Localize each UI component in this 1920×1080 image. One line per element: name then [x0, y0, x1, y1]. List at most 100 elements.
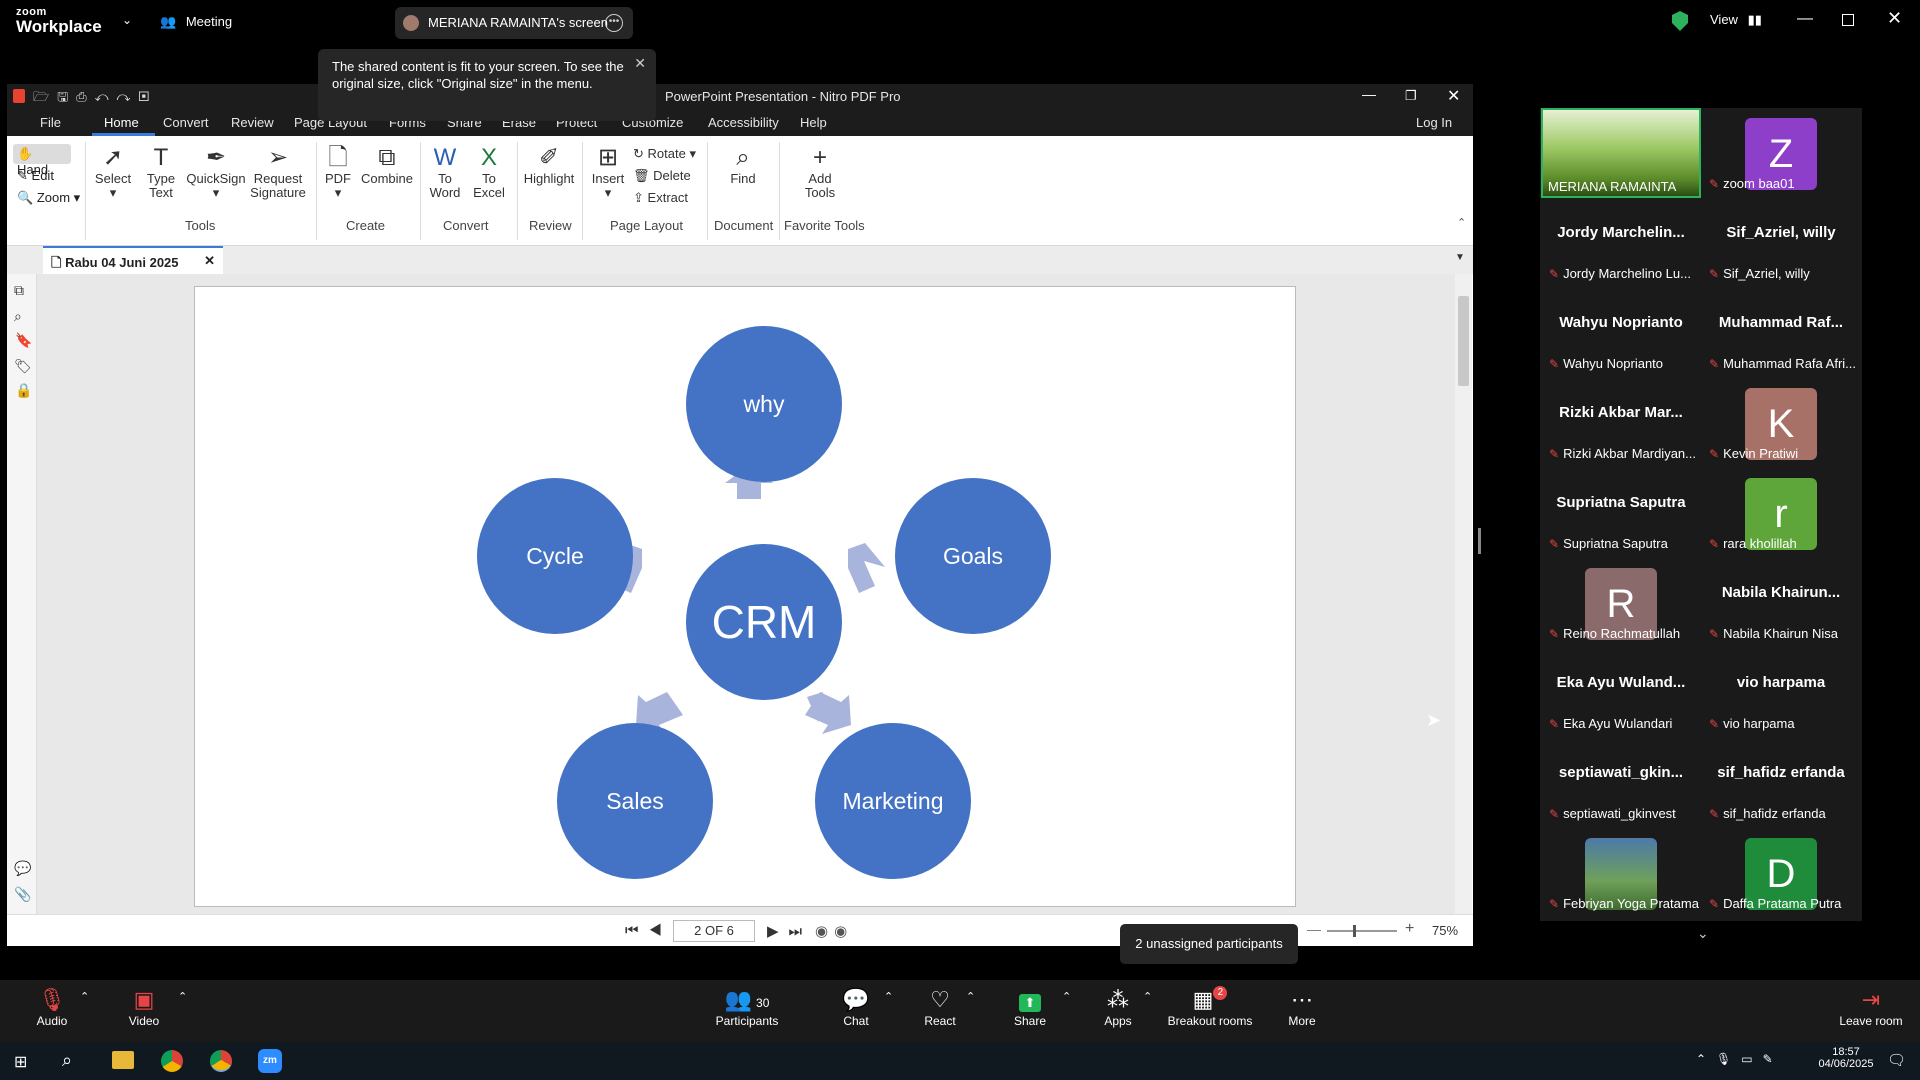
zoom-slider-handle[interactable] — [1353, 925, 1356, 937]
chat-options-chevron-icon[interactable]: ⌃ — [884, 990, 893, 1003]
chrome-active-icon[interactable] — [210, 1050, 232, 1072]
close-tooltip-icon[interactable]: ✕ — [634, 55, 646, 72]
taskbar-clock[interactable]: 18:57 04/06/2025 — [1818, 1046, 1874, 1070]
lock-icon[interactable]: 🔒 — [15, 382, 32, 399]
delete-button[interactable]: 🗑 Delete — [633, 168, 691, 184]
zoom-out-icon[interactable]: — — [1307, 921, 1321, 937]
rotate-button[interactable]: ↻ Rotate ▾ — [633, 146, 696, 162]
file-explorer-icon[interactable] — [112, 1051, 134, 1069]
menu-accessibility[interactable]: Accessibility — [708, 115, 779, 130]
close-tab-icon[interactable]: ✕ — [204, 253, 215, 269]
hand-tool[interactable]: ✋ Hand — [13, 144, 71, 177]
participant-tile[interactable]: Eka Ayu Wuland... ✎ Eka Ayu Wulandari — [1541, 648, 1701, 734]
extract-button[interactable]: ⇪ Extract — [633, 190, 688, 206]
select-button[interactable]: ➚ Select ▾ — [93, 144, 133, 200]
participant-tile[interactable]: Muhammad Raf... ✎ Muhammad Rafa Afri... — [1701, 288, 1861, 374]
zoom-slider[interactable] — [1327, 925, 1397, 937]
windows-start-icon[interactable]: ⊞ — [14, 1052, 27, 1072]
page-number-input[interactable]: 2 OF 6 — [673, 920, 755, 942]
system-tray-icons[interactable]: ⌃🎙▭✎ — [1696, 1052, 1783, 1066]
nitro-minimize-icon[interactable]: — — [1362, 86, 1376, 102]
video-options-chevron-icon[interactable]: ⌃ — [178, 990, 187, 1003]
pdf-button[interactable]: 🗋 PDF ▾ — [319, 144, 357, 200]
login-link[interactable]: Log In — [1416, 115, 1452, 130]
participant-tile[interactable]: Rizki Akbar Mar... ✎ Rizki Akbar Mardiyan.… — [1541, 378, 1701, 464]
document-tab[interactable]: 🗋 Rabu 04 Juni 2025 ✕ — [43, 246, 223, 274]
request-signature-button[interactable]: ➢ Request Signature — [243, 144, 313, 200]
meeting-menu[interactable]: 👥 Meeting — [160, 14, 232, 30]
add-tools-button[interactable]: + Add Tools — [793, 144, 847, 200]
menu-home[interactable]: Home — [104, 115, 139, 130]
react-button[interactable]: ♡ React — [920, 986, 960, 1028]
share-options-chevron-icon[interactable]: ⌃ — [1062, 990, 1071, 1003]
zoom-app-icon[interactable]: zm — [258, 1049, 282, 1073]
apps-button[interactable]: ⁂ Apps — [1098, 986, 1138, 1028]
to-excel-button[interactable]: X To Excel — [469, 144, 509, 200]
quick-access-toolbar[interactable]: 🗁🖫⎙↶↷▣ — [33, 88, 157, 110]
restore-icon[interactable] — [1842, 14, 1854, 26]
participant-tile[interactable]: r ✎ rara kholillah — [1701, 468, 1861, 554]
audio-options-chevron-icon[interactable]: ⌃ — [80, 990, 89, 1003]
menu-help[interactable]: Help — [800, 115, 827, 130]
leave-room-button[interactable]: ⇥ Leave room — [1836, 986, 1906, 1028]
bookmark-icon[interactable]: 🔖 — [15, 332, 32, 349]
nav-next-last[interactable]: ▶⏭ — [767, 922, 812, 940]
participant-tile-video[interactable]: MERIANA RAMAINTA — [1541, 108, 1701, 198]
participant-tile[interactable]: R ✎ Reino Rachmatullah — [1541, 558, 1701, 644]
nav-first-prev[interactable]: ⏮◀ — [625, 922, 672, 939]
participant-tile[interactable]: ✎ Febriyan Yoga Pratama — [1541, 828, 1701, 914]
apps-options-chevron-icon[interactable]: ⌃ — [1143, 990, 1152, 1003]
edit-tool[interactable]: ✎ Edit — [17, 168, 54, 184]
menu-convert[interactable]: Convert — [163, 115, 209, 130]
minimize-icon[interactable]: — — [1797, 10, 1813, 28]
close-icon[interactable]: ✕ — [1887, 8, 1902, 29]
nav-history-icons[interactable]: ◉◉ — [815, 922, 853, 940]
breakout-rooms-button[interactable]: ▦ 2 Breakout rooms — [1162, 986, 1258, 1028]
share-button[interactable]: ⬆ Share — [1010, 986, 1050, 1028]
notifications-icon[interactable]: 🗨 — [1887, 1051, 1906, 1069]
attachment-icon[interactable]: 📎 — [14, 886, 31, 903]
chrome-icon[interactable] — [161, 1050, 183, 1072]
audio-button[interactable]: 🎙 Audio — [32, 986, 72, 1028]
nitro-close-icon[interactable]: ✕ — [1447, 86, 1460, 106]
to-word-button[interactable]: W To Word — [425, 144, 465, 200]
find-button[interactable]: ⌕ Find — [717, 144, 769, 186]
react-options-chevron-icon[interactable]: ⌃ — [966, 990, 975, 1003]
vertical-scrollbar[interactable] — [1455, 274, 1472, 914]
more-icon[interactable]: ••• — [605, 14, 623, 32]
pages-icon[interactable]: ⧉ — [14, 282, 24, 299]
highlight-button[interactable]: ✐ Highlight — [519, 144, 579, 186]
panel-splitter-handle[interactable] — [1478, 528, 1481, 554]
participant-tile[interactable]: Z ✎ zoom baa01 — [1701, 108, 1861, 194]
search-panel-icon[interactable]: ⌕ — [14, 308, 22, 325]
tag-icon[interactable]: 🏷 — [14, 358, 32, 375]
participant-tile[interactable]: Supriatna Saputra ✎ Supriatna Saputra — [1541, 468, 1701, 554]
participant-tile[interactable]: Sif_Azriel, willy ✎ Sif_Azriel, willy — [1701, 198, 1861, 284]
tabs-dropdown-icon[interactable]: ▼ — [1455, 252, 1465, 263]
participant-tile[interactable]: K ✎ Kevin Pratiwi — [1701, 378, 1861, 464]
participant-tile[interactable]: septiawati_gkin... ✎ septiawati_gkinvest — [1541, 738, 1701, 824]
video-button[interactable]: ▣ Video — [124, 986, 164, 1028]
search-icon[interactable]: ⌕ — [62, 1050, 72, 1071]
participant-tile[interactable]: Jordy Marchelin... ✎ Jordy Marchelino Lu..… — [1541, 198, 1701, 284]
type-text-button[interactable]: T Type Text — [139, 144, 183, 200]
more-button[interactable]: ⋯ More — [1282, 986, 1322, 1028]
participant-tile[interactable]: vio harpama ✎ vio harpama — [1701, 648, 1861, 734]
chevron-down-icon[interactable]: ⌄ — [122, 13, 132, 27]
nitro-restore-icon[interactable]: ❐ — [1405, 88, 1417, 104]
view-menu[interactable]: View ▮▮ — [1710, 12, 1762, 28]
gallery-scroll-down-icon[interactable]: ⌄ — [1697, 925, 1709, 942]
menu-review[interactable]: Review — [231, 115, 274, 130]
insert-button[interactable]: ⊞ Insert ▾ — [586, 144, 630, 200]
participant-tile[interactable]: Wahyu Noprianto ✎ Wahyu Noprianto — [1541, 288, 1701, 374]
participants-button[interactable]: 👥 30 Participants — [712, 986, 782, 1028]
participant-tile[interactable]: Nabila Khairun... ✎ Nabila Khairun Nisa — [1701, 558, 1861, 644]
zoom-in-icon[interactable]: + — [1405, 920, 1414, 938]
share-indicator[interactable]: MERIANA RAMAINTA's screen ••• — [395, 7, 633, 39]
comment-icon[interactable]: 💬 — [14, 860, 31, 877]
scrollbar-thumb[interactable] — [1458, 296, 1469, 386]
zoom-tool[interactable]: 🔍 Zoom ▾ — [17, 190, 80, 206]
participant-tile[interactable]: sif_hafidz erfanda ✎ sif_hafidz erfanda — [1701, 738, 1861, 824]
collapse-ribbon-icon[interactable]: ⌃ — [1457, 216, 1466, 229]
combine-button[interactable]: ⧉ Combine — [359, 144, 415, 186]
